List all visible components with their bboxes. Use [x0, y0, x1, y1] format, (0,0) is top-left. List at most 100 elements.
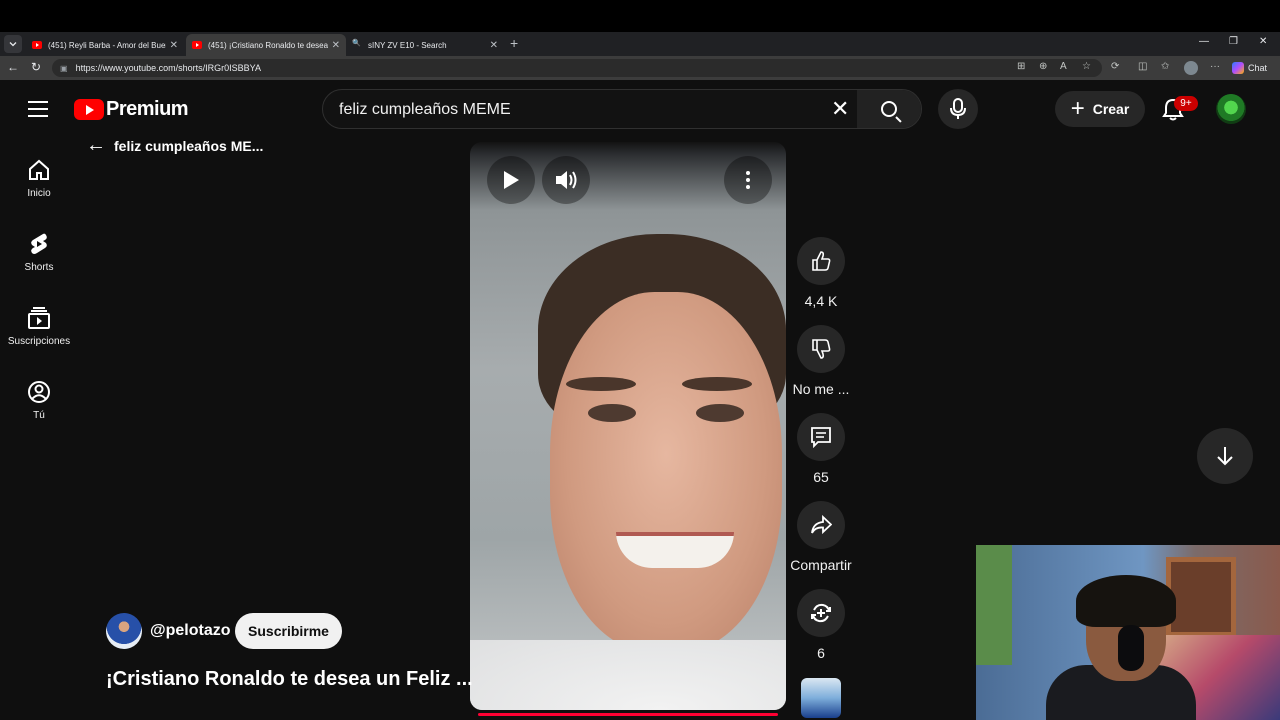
site-info-icon[interactable]: ▣ [60, 64, 68, 73]
browser-tab[interactable]: (451) Reyli Barba - Amor del Buen ✕ [26, 34, 184, 56]
more-menu-icon[interactable]: ··· [1210, 61, 1220, 72]
search-input[interactable]: feliz cumpleaños MEME [339, 101, 511, 119]
webcam-person-hair [1076, 575, 1176, 627]
chat-label: Chat [1248, 63, 1268, 73]
split-screen-icon[interactable]: ◫ [1138, 61, 1147, 72]
audio-thumbnail[interactable] [801, 678, 841, 718]
remix-icon [811, 603, 831, 623]
remix-button[interactable] [797, 589, 845, 637]
channel-handle[interactable]: @pelotazo [150, 622, 231, 640]
window-close-icon[interactable]: ✕ [1259, 36, 1267, 47]
video-frame-brow [682, 377, 752, 391]
logo-text: Premium [106, 98, 189, 120]
close-icon[interactable]: ✕ [332, 40, 340, 51]
minimize-icon[interactable]: — [1199, 36, 1209, 47]
tab-list-button[interactable] [4, 35, 22, 53]
next-video-button[interactable] [1197, 428, 1253, 484]
sidebar-item-inicio[interactable]: Inicio [0, 158, 78, 199]
video-frame-eye [588, 404, 636, 422]
youtube-icon [32, 41, 42, 49]
headphones-icon [1118, 625, 1144, 671]
video-more-options-button[interactable] [724, 156, 772, 204]
volume-button[interactable] [542, 156, 590, 204]
address-bar-row: ← ↻ ▣ https://www.youtube.com/shorts/IRG… [0, 56, 1280, 80]
youtube-premium-logo[interactable]: Premium [74, 98, 189, 121]
microphone-icon [950, 98, 966, 119]
remix-count: 6 [817, 645, 825, 661]
subscriptions-icon [28, 307, 50, 329]
voice-search-button[interactable] [938, 89, 978, 129]
url-field[interactable]: ▣ https://www.youtube.com/shorts/IRGr0IS… [52, 59, 1102, 77]
tab-title: (451) ¡Cristiano Ronaldo te desea [208, 40, 328, 50]
dislike-action[interactable]: No me ... [781, 325, 861, 397]
video-progress-bar[interactable] [478, 713, 778, 716]
dislike-button[interactable] [797, 325, 845, 373]
restore-icon[interactable]: ❐ [1229, 36, 1238, 47]
comments-action[interactable]: 65 [781, 413, 861, 485]
back-arrow-icon[interactable]: ← [7, 60, 19, 74]
reload-icon[interactable]: ↻ [31, 60, 41, 74]
video-frame-face [550, 292, 782, 652]
favorite-star-icon[interactable]: ☆ [1082, 61, 1091, 72]
sidebar-item-label: Inicio [27, 188, 51, 199]
sidebar-item-shorts[interactable]: Shorts [0, 232, 78, 273]
browser-tab[interactable]: sINY ZV E10 - Search ✕ [346, 34, 504, 56]
new-tab-icon[interactable]: + [510, 35, 518, 51]
browser-tab-active[interactable]: (451) ¡Cristiano Ronaldo te desea ✕ [186, 34, 346, 56]
create-label: Crear [1092, 101, 1130, 117]
close-icon[interactable]: ✕ [170, 40, 178, 51]
copilot-icon [1232, 62, 1244, 74]
arrow-down-icon [1217, 447, 1233, 466]
webcam-shelf [1166, 557, 1236, 637]
profile-avatar-icon[interactable] [1184, 61, 1198, 75]
play-icon [504, 171, 519, 189]
tab-title: (451) Reyli Barba - Amor del Buen [48, 40, 166, 50]
menu-icon[interactable] [28, 101, 48, 117]
webcam-overlay [976, 545, 1280, 720]
channel-avatar[interactable] [106, 613, 142, 649]
tab-strip: (451) Reyli Barba - Amor del Buen ✕ (451… [0, 32, 1280, 56]
video-frame-brow [566, 377, 636, 391]
youtube-icon [192, 41, 202, 49]
share-button[interactable] [797, 501, 845, 549]
play-button[interactable] [487, 156, 535, 204]
more-vert-icon [746, 171, 750, 189]
like-button[interactable] [797, 237, 845, 285]
youtube-logo-icon [74, 99, 104, 120]
create-button[interactable]: + Crear [1055, 91, 1145, 127]
sidebar-item-suscripciones[interactable]: Suscripciones [0, 306, 78, 347]
back-to-results[interactable]: ← feliz cumpleaños ME... [86, 134, 263, 157]
search-icon [352, 39, 362, 49]
comment-count: 65 [813, 469, 829, 485]
clear-search-icon[interactable]: ✕ [831, 96, 849, 122]
thumbs-down-icon [812, 339, 831, 359]
chat-button[interactable]: Chat [1232, 59, 1267, 77]
sidebar-item-label: Tú [33, 410, 45, 421]
back-arrow-icon[interactable]: ← [86, 134, 106, 157]
notification-badge: 9+ [1174, 96, 1198, 111]
search-bar[interactable]: feliz cumpleaños MEME ✕ [322, 89, 922, 129]
favorites-icon[interactable]: ✩ [1161, 61, 1169, 72]
comments-button[interactable] [797, 413, 845, 461]
user-icon [28, 381, 50, 403]
extensions-icon[interactable]: ⟳ [1111, 61, 1119, 72]
plus-icon: + [1070, 95, 1085, 122]
zoom-icon[interactable]: ⊕ [1039, 61, 1047, 72]
url-text: https://www.youtube.com/shorts/IRGr0ISBB… [75, 63, 261, 73]
like-action[interactable]: 4,4 K [781, 237, 861, 309]
video-title[interactable]: ¡Cristiano Ronaldo te desea un Feliz ... [106, 668, 473, 691]
home-icon [29, 159, 49, 180]
share-action[interactable]: Compartir [781, 501, 861, 573]
close-icon[interactable]: ✕ [490, 40, 498, 51]
account-avatar[interactable] [1216, 94, 1246, 124]
read-aloud-icon[interactable]: A [1060, 61, 1067, 72]
chevron-down-icon [9, 42, 17, 47]
search-button[interactable] [857, 90, 921, 128]
sidebar-item-tu[interactable]: Tú [0, 380, 78, 421]
subscribe-button[interactable]: Suscribirme [235, 613, 342, 649]
app-icon[interactable]: ⊞ [1017, 61, 1025, 72]
webcam-hanging-cloth [976, 545, 1012, 665]
remix-action[interactable]: 6 [781, 589, 861, 661]
sidebar-item-label: Shorts [24, 262, 54, 273]
short-video-player[interactable] [470, 142, 786, 710]
